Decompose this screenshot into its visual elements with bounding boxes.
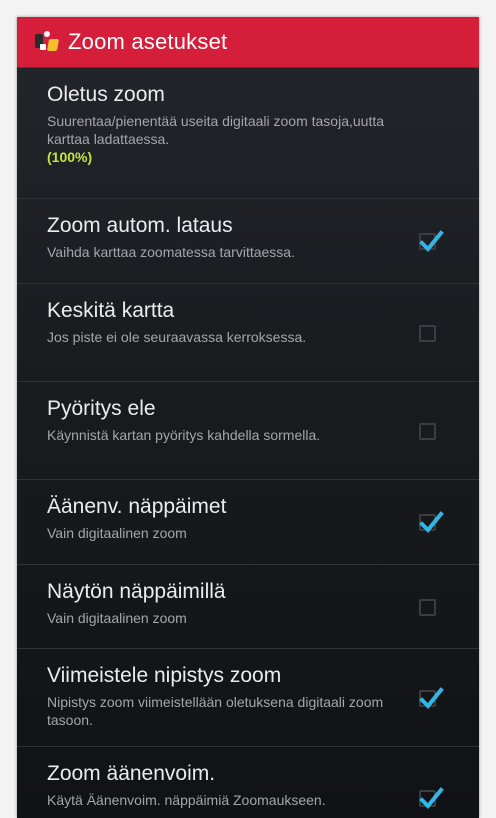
setting-description: Käynnistä kartan pyöritys kahdella sorme… — [47, 427, 321, 443]
setting-zoom-auto-load[interactable]: Zoom autom. lataus Vaihda karttaa zoomat… — [17, 199, 479, 284]
checkmark-icon — [419, 686, 444, 709]
setting-description: Suurentaa/pienentää useita digitaali zoo… — [47, 113, 385, 147]
checkbox[interactable] — [419, 422, 436, 440]
checkbox[interactable] — [419, 511, 444, 533]
setting-screen-buttons[interactable]: Näytön näppäimillä Vain digitaalinen zoo… — [17, 565, 479, 649]
setting-title: Keskitä kartta — [47, 299, 175, 322]
app-logo-icon[interactable] — [35, 31, 60, 53]
setting-description: Vain digitaalinen zoom — [47, 610, 187, 626]
setting-title: Zoom äänenvoim. — [47, 762, 216, 785]
setting-title: Oletus zoom — [47, 83, 165, 106]
setting-description: Vaihda karttaa zoomatessa tarvittaessa. — [47, 244, 295, 260]
setting-finish-pinch-zoom[interactable]: Viimeistele nipistys zoom Nipistys zoom … — [17, 649, 479, 747]
setting-value: (100%) — [47, 149, 93, 165]
setting-description: Nipistys zoom viimeistellään oletuksena … — [47, 694, 384, 728]
checkbox[interactable] — [419, 230, 444, 252]
checkmark-icon — [419, 230, 444, 252]
checkmark-icon — [419, 786, 444, 809]
setting-description: Vain digitaalinen zoom — [47, 525, 187, 541]
settings-screen: Zoom asetukset Oletus zoom Suurentaa/pie… — [17, 17, 479, 818]
setting-title: Zoom autom. lataus — [47, 214, 233, 237]
setting-title: Äänenv. näppäimet — [47, 495, 227, 518]
action-bar: Zoom asetukset — [17, 17, 479, 68]
setting-description: Käytä Äänenvoim. näppäimiä Zoomaukseen. — [47, 792, 326, 808]
checkmark-icon — [419, 511, 444, 533]
setting-title: Viimeistele nipistys zoom — [47, 664, 282, 687]
screen-title: Zoom asetukset — [68, 29, 228, 54]
setting-title: Näytön näppäimillä — [47, 580, 226, 603]
setting-rotate-gesture[interactable]: Pyöritys ele Käynnistä kartan pyöritys k… — [17, 382, 479, 480]
checkbox[interactable] — [419, 324, 436, 342]
setting-zoom-volume[interactable]: Zoom äänenvoim. Käytä Äänenvoim. näppäim… — [17, 747, 479, 818]
setting-description: Jos piste ei ole seuraavassa kerroksessa… — [47, 329, 307, 345]
setting-title: Pyöritys ele — [47, 397, 156, 420]
setting-center-map[interactable]: Keskitä kartta Jos piste ei ole seuraava… — [17, 284, 479, 382]
checkbox[interactable] — [419, 686, 444, 709]
checkbox[interactable] — [419, 786, 444, 809]
setting-default-zoom[interactable]: Oletus zoom Suurentaa/pienentää useita d… — [17, 68, 479, 199]
checkbox[interactable] — [419, 598, 436, 616]
settings-list: Oletus zoom Suurentaa/pienentää useita d… — [17, 68, 479, 818]
setting-volume-keys[interactable]: Äänenv. näppäimet Vain digitaalinen zoom — [17, 480, 479, 565]
